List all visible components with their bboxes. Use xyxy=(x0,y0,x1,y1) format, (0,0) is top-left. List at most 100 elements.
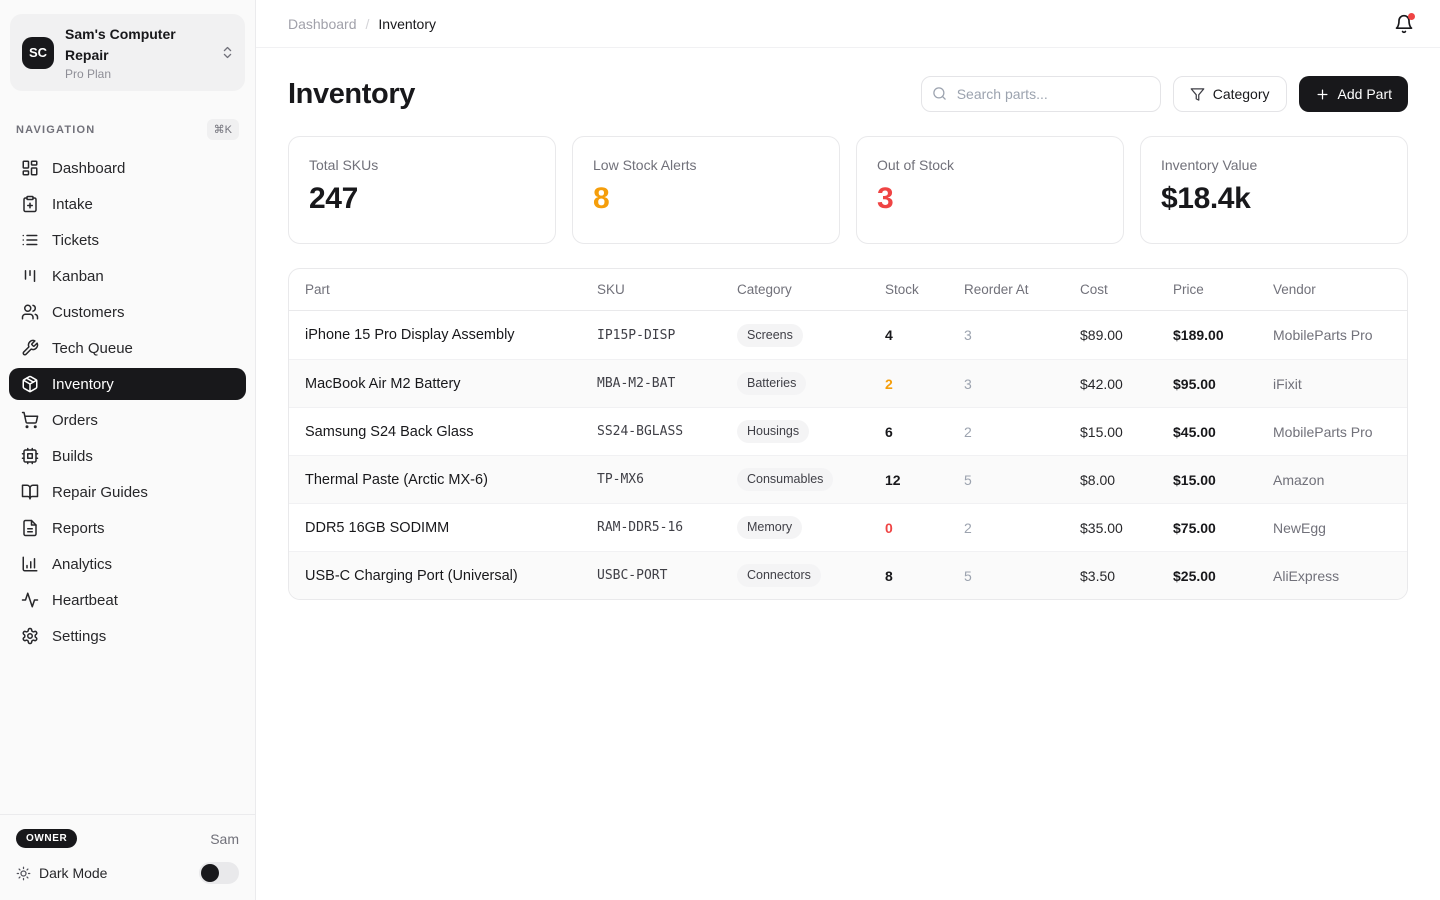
dark-mode-toggle[interactable] xyxy=(199,862,239,884)
sidebar-item-reports[interactable]: Reports xyxy=(9,512,246,544)
book-open-icon xyxy=(21,483,39,501)
category-button-label: Category xyxy=(1212,86,1270,102)
kanban-icon xyxy=(21,267,39,285)
cell-price: $45.00 xyxy=(1173,423,1216,440)
cell-part: Thermal Paste (Arctic MX-6) xyxy=(305,471,488,488)
breadcrumb-dashboard[interactable]: Dashboard xyxy=(288,16,357,32)
notifications-button[interactable] xyxy=(1394,12,1415,34)
cell-cost: $89.00 xyxy=(1080,327,1123,343)
cell-reorder_at: 2 xyxy=(964,519,972,536)
role-badge: OWNER xyxy=(16,829,78,848)
sidebar-item-builds[interactable]: Builds xyxy=(9,440,246,472)
add-part-button-label: Add Part xyxy=(1337,86,1392,102)
sidebar-item-kanban[interactable]: Kanban xyxy=(9,260,246,292)
sidebar-item-dashboard[interactable]: Dashboard xyxy=(9,152,246,184)
list-icon xyxy=(21,231,39,249)
sidebar-item-heartbeat[interactable]: Heartbeat xyxy=(9,584,246,616)
cell-sku: SS24-BGLASS xyxy=(597,424,684,439)
search-input[interactable] xyxy=(920,76,1161,112)
gear-icon xyxy=(21,627,39,645)
column-header-category: Category xyxy=(737,282,792,297)
toggle-knob xyxy=(201,864,219,882)
sidebar-item-settings[interactable]: Settings xyxy=(9,620,246,652)
table-row[interactable]: MacBook Air M2 Battery MBA-M2-BAT Batterie… xyxy=(289,359,1407,407)
stat-value: $18.4k xyxy=(1161,182,1251,215)
sidebar-item-label: Settings xyxy=(52,627,107,645)
users-icon xyxy=(21,303,39,321)
cell-reorder_at: 5 xyxy=(964,567,972,584)
cell-vendor: NewEgg xyxy=(1273,519,1326,536)
table-row[interactable]: USB-C Charging Port (Universal) USBC-PORT… xyxy=(289,551,1407,599)
cell-stock: 12 xyxy=(885,471,901,488)
workspace-name: Sam's Computer Repair xyxy=(65,26,176,63)
stat-label: Inventory Value xyxy=(1161,157,1258,173)
column-header-part: Part xyxy=(305,282,330,297)
cell-reorder_at: 2 xyxy=(964,423,972,440)
column-header-price: Price xyxy=(1173,282,1204,297)
workspace-plan: Pro Plan xyxy=(65,67,112,81)
cell-sku: TP-MX6 xyxy=(597,472,644,487)
category-filter-button[interactable]: Category xyxy=(1172,76,1287,112)
stat-value: 247 xyxy=(309,182,358,215)
cell-price: $75.00 xyxy=(1173,519,1216,536)
shopping-cart-icon xyxy=(21,411,39,429)
table-row[interactable]: DDR5 16GB SODIMM RAM-DDR5-16 Memory 0 2 $35.0… xyxy=(289,503,1407,551)
sidebar-item-repair-guides[interactable]: Repair Guides xyxy=(9,476,246,508)
cell-vendor: iFixit xyxy=(1273,375,1302,392)
sidebar-item-tech-queue[interactable]: Tech Queue xyxy=(9,332,246,364)
cell-cost: $8.00 xyxy=(1080,471,1116,488)
cell-vendor: Amazon xyxy=(1273,471,1325,488)
column-header-vendor: Vendor xyxy=(1273,282,1316,297)
workspace-selector[interactable]: SC Sam's Computer Repair Pro Plan xyxy=(10,14,245,91)
cell-cost: $15.00 xyxy=(1080,423,1123,440)
table-row[interactable]: iPhone 15 Pro Display Assembly IP15P-DISP… xyxy=(289,311,1407,359)
stat-label: Total SKUs xyxy=(309,157,379,173)
sidebar-item-label: Heartbeat xyxy=(52,591,118,609)
cell-stock: 6 xyxy=(885,423,893,440)
category-badge: Connectors xyxy=(737,564,821,587)
sidebar-item-inventory[interactable]: Inventory xyxy=(9,368,246,400)
cell-cost: $3.50 xyxy=(1080,567,1116,584)
column-header-cost: Cost xyxy=(1080,282,1108,297)
cell-vendor: AliExpress xyxy=(1273,567,1340,584)
cell-stock: 8 xyxy=(885,567,893,584)
workspace-avatar: SC xyxy=(22,36,54,69)
sidebar-item-intake[interactable]: Intake xyxy=(9,188,246,220)
cell-stock: 4 xyxy=(885,327,893,343)
cell-reorder_at: 3 xyxy=(964,375,972,392)
sidebar-item-analytics[interactable]: Analytics xyxy=(9,548,246,580)
sidebar-item-tickets[interactable]: Tickets xyxy=(9,224,246,256)
cell-category: Screens xyxy=(737,323,885,347)
main-area: Dashboard / Inventory Inventory Category xyxy=(256,0,1440,900)
stats-row: Total SKUs 247 Low Stock Alerts 8 Out of Sto… xyxy=(288,136,1408,244)
sidebar-item-label: Kanban xyxy=(52,267,104,285)
cell-sku: RAM-DDR5-16 xyxy=(597,520,684,535)
package-icon xyxy=(21,375,39,393)
table-row[interactable]: Thermal Paste (Arctic MX-6) TP-MX6 Consuma… xyxy=(289,455,1407,503)
sidebar-item-orders[interactable]: Orders xyxy=(9,404,246,436)
page-title: Inventory xyxy=(288,77,415,110)
activity-icon xyxy=(21,591,39,609)
table-body: iPhone 15 Pro Display Assembly IP15P-DISP… xyxy=(289,311,1407,599)
stat-card-inventory-value: Inventory Value $18.4k xyxy=(1140,136,1408,244)
cell-vendor: MobileParts Pro xyxy=(1273,327,1373,343)
category-badge: Screens xyxy=(737,323,803,347)
sidebar-item-customers[interactable]: Customers xyxy=(9,296,246,328)
stat-label: Out of Stock xyxy=(877,157,955,173)
cell-part: iPhone 15 Pro Display Assembly xyxy=(305,327,515,343)
sidebar-item-label: Orders xyxy=(52,411,98,429)
category-badge: Housings xyxy=(737,420,810,443)
category-badge: Consumables xyxy=(737,468,834,491)
notification-dot xyxy=(1408,12,1415,20)
breadcrumb-separator: / xyxy=(365,15,370,32)
stat-card-low-stock-alerts: Low Stock Alerts 8 xyxy=(572,136,840,244)
column-header-sku: SKU xyxy=(597,282,625,297)
command-k-shortcut-badge: ⌘K xyxy=(206,119,239,140)
sidebar-item-label: Tech Queue xyxy=(52,339,133,357)
sidebar-item-label: Tickets xyxy=(52,231,99,249)
add-part-button[interactable]: Add Part xyxy=(1298,76,1408,112)
cell-part: MacBook Air M2 Battery xyxy=(305,375,461,392)
table-row[interactable]: Samsung S24 Back Glass SS24-BGLASS Housing… xyxy=(289,407,1407,455)
stat-card-total-skus: Total SKUs 247 xyxy=(288,136,556,244)
dashboard-icon xyxy=(21,159,39,177)
